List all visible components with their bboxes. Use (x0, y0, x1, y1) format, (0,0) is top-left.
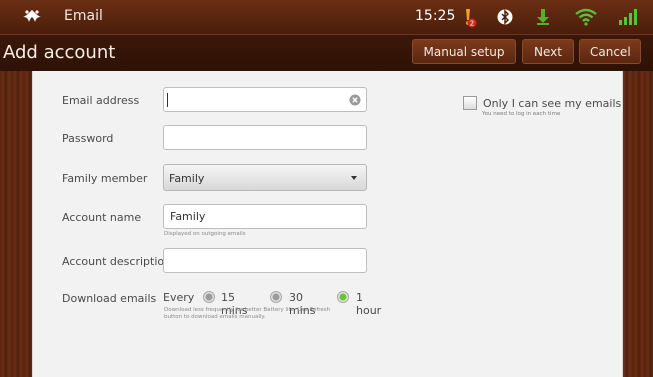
family-member-value: Family (169, 172, 205, 185)
account-name-field[interactable] (163, 204, 367, 229)
email-label: Email address (62, 94, 140, 107)
manual-setup-button[interactable]: Manual setup (412, 39, 516, 64)
wifi-icon (575, 8, 597, 26)
title-bar: Add account Manual setup Next Cancel (0, 34, 653, 72)
account-name-hint: Displayed on outgoing emails (164, 231, 246, 237)
family-member-select[interactable]: Family (163, 164, 367, 191)
family-member-label: Family member (62, 172, 148, 185)
download-emails-label: Download emails (62, 292, 157, 305)
text-cursor (167, 93, 168, 107)
radio-15-mins[interactable] (203, 291, 215, 303)
private-emails-label[interactable]: Only I can see my emails (483, 97, 621, 110)
email-field[interactable] (163, 87, 367, 112)
notification-count: 2 (470, 20, 474, 28)
radio-30-mins[interactable] (270, 291, 282, 303)
account-description-label: Account description (62, 255, 172, 268)
clock: 15:25 (415, 8, 456, 24)
notification-alert-icon[interactable]: 2 (457, 8, 477, 28)
account-name-label: Account name (62, 211, 142, 224)
app-name: Email (64, 8, 103, 24)
next-button[interactable]: Next (522, 39, 574, 64)
private-emails-hint: You need to log in each time (482, 111, 561, 117)
download-hint-line2: button to download emails manually. (164, 314, 266, 320)
page-title: Add account (3, 42, 116, 63)
wood-border-right (621, 71, 653, 377)
private-emails-checkbox[interactable] (463, 96, 477, 110)
email-app-icon (23, 10, 41, 22)
status-bar: Email 15:25 2 (0, 0, 653, 34)
dropdown-arrow-icon (351, 176, 357, 180)
account-description-field[interactable] (163, 248, 367, 273)
signal-icon (619, 9, 637, 25)
every-label: Every (163, 291, 195, 304)
option-1-hour-label[interactable]: 1 hour (356, 291, 381, 317)
bluetooth-icon (497, 9, 513, 25)
download-icon (537, 9, 549, 25)
download-hint-line1: Download less frequently for better Batt… (164, 307, 331, 313)
cancel-button[interactable]: Cancel (579, 39, 641, 64)
password-label: Password (62, 132, 114, 145)
radio-1-hour[interactable] (337, 291, 349, 303)
password-field[interactable] (163, 125, 367, 150)
wood-border-left (0, 71, 32, 377)
clear-icon[interactable] (349, 94, 361, 106)
